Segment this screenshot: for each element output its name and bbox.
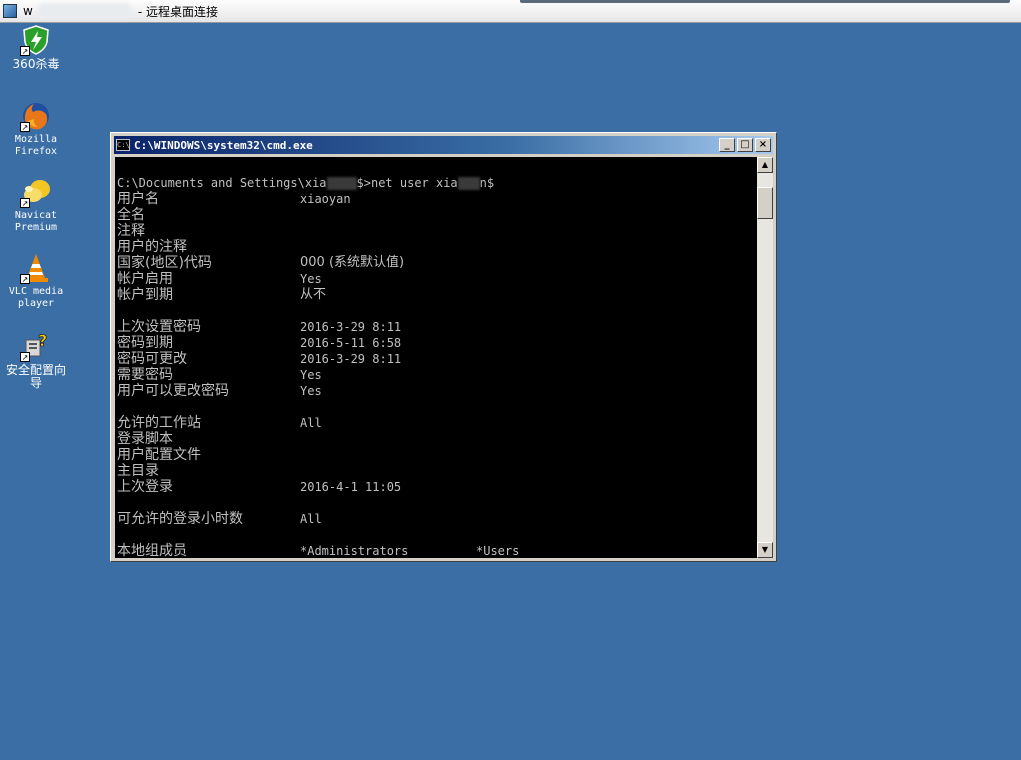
desktop-icon-security-wizard[interactable]: ? ↗ 安全配置向导 bbox=[2, 330, 70, 390]
row-key: 国家(地区)代码 bbox=[117, 255, 212, 271]
console-row: 上次登录 2016-4-1 11:05 bbox=[117, 479, 757, 495]
console-row: 主目录 bbox=[117, 463, 757, 479]
row-key: 上次登录 bbox=[117, 479, 173, 495]
console-row: 登录脚本 bbox=[117, 431, 757, 447]
row-key: 帐户到期 bbox=[117, 287, 173, 303]
row-key: 用户的注释 bbox=[117, 239, 187, 255]
row-key: 注释 bbox=[117, 223, 145, 239]
minimize-button[interactable]: _ bbox=[719, 138, 735, 152]
row-key: 用户名 bbox=[117, 191, 159, 207]
desktop-icon-label: Mozilla Firefox bbox=[14, 134, 58, 157]
console-row: 密码到期 2016-5-11 6:58 bbox=[117, 335, 757, 351]
redacted-host bbox=[36, 3, 132, 19]
row-key: 全名 bbox=[117, 207, 145, 223]
rdp-host: w bbox=[23, 4, 33, 18]
svg-text:?: ? bbox=[38, 331, 47, 350]
console-row: 用户配置文件 bbox=[117, 447, 757, 463]
desktop-icon-navicat[interactable]: ↗ Navicat Premium bbox=[2, 176, 70, 234]
row-value: 2016-3-29 8:11 bbox=[300, 352, 402, 366]
console-row: 本地组成员 *Administrators *Users bbox=[117, 543, 757, 558]
console-row: 用户可以更改密码 Yes bbox=[117, 383, 757, 399]
maximize-button[interactable]: □ bbox=[737, 138, 753, 152]
row-value: *Administrators bbox=[300, 544, 409, 558]
navicat-icon: ↗ bbox=[20, 176, 52, 208]
console-row: 全名 bbox=[117, 207, 757, 223]
cmd-window-title: C:\WINDOWS\system32\cmd.exe bbox=[134, 138, 313, 152]
row-value: 000 (系统默认值) bbox=[300, 255, 405, 270]
row-value: All bbox=[300, 416, 322, 430]
scroll-up-button[interactable]: ▲ bbox=[757, 157, 773, 173]
row-value: Yes bbox=[300, 272, 322, 286]
row-key: 本地组成员 bbox=[117, 543, 187, 558]
row-value: Yes bbox=[300, 384, 322, 398]
row-key: 登录脚本 bbox=[117, 431, 173, 447]
shield-icon: ↗ bbox=[20, 24, 52, 56]
desktop-icon-label: VLC media player bbox=[8, 286, 64, 309]
row-value: 2016-3-29 8:11 bbox=[300, 320, 402, 334]
desktop-icon-label: Navicat Premium bbox=[14, 210, 58, 233]
console-row: 注释 bbox=[117, 223, 757, 239]
row-value: 从不 bbox=[300, 287, 327, 302]
console-row: 用户名 xiaoyan bbox=[117, 191, 757, 207]
row-value: Yes bbox=[300, 368, 322, 382]
desktop-icon-vlc[interactable]: ↗ VLC media player bbox=[2, 252, 70, 310]
row-value-2: *Users bbox=[476, 544, 520, 558]
console-output[interactable]: C:\Documents and Settings\xia $>net user … bbox=[115, 157, 757, 558]
console-row: 帐户启用 Yes bbox=[117, 271, 757, 287]
security-wizard-icon: ? ↗ bbox=[20, 331, 48, 362]
vlc-cone-icon: ↗ bbox=[20, 252, 52, 284]
vertical-scrollbar[interactable]: ▲ ▼ bbox=[757, 157, 773, 558]
row-key: 主目录 bbox=[117, 463, 159, 479]
console-row: 密码可更改 2016-3-29 8:11 bbox=[117, 351, 757, 367]
cmd-window[interactable]: C:\ C:\WINDOWS\system32\cmd.exe _ □ × C:… bbox=[110, 132, 777, 562]
console-row: 可允许的登录小时数 All bbox=[117, 511, 757, 527]
row-key: 密码到期 bbox=[117, 335, 173, 351]
close-button[interactable]: × bbox=[755, 138, 771, 152]
console-row bbox=[117, 495, 757, 511]
console-row: 国家(地区)代码 000 (系统默认值) bbox=[117, 255, 757, 271]
desktop-icon-label: 安全配置向导 bbox=[5, 363, 66, 390]
scroll-thumb[interactable] bbox=[757, 187, 773, 219]
rdp-window-title: - 远程桌面连接 bbox=[137, 4, 218, 19]
row-key: 允许的工作站 bbox=[117, 415, 201, 431]
firefox-icon: ↗ bbox=[20, 100, 52, 132]
console-icon[interactable]: C:\ bbox=[116, 139, 130, 151]
console-row: 用户的注释 bbox=[117, 239, 757, 255]
row-key: 帐户启用 bbox=[117, 271, 173, 287]
console-row: 上次设置密码 2016-3-29 8:11 bbox=[117, 319, 757, 335]
desktop-icon-firefox[interactable]: ↗ Mozilla Firefox bbox=[2, 100, 70, 158]
row-value: 2016-4-1 11:05 bbox=[300, 480, 402, 494]
remote-desktop-icon bbox=[3, 4, 17, 18]
desktop-icon-360[interactable]: ↗ 360杀毒 bbox=[2, 24, 70, 71]
console-row: 允许的工作站 All bbox=[117, 415, 757, 431]
row-value: All bbox=[300, 512, 322, 526]
row-key: 用户可以更改密码 bbox=[117, 383, 229, 399]
console-row bbox=[117, 303, 757, 319]
row-key: 用户配置文件 bbox=[117, 447, 201, 463]
rdp-title-bar: w - 远程桌面连接 bbox=[0, 0, 1021, 23]
scroll-down-button[interactable]: ▼ bbox=[757, 542, 773, 558]
row-key: 密码可更改 bbox=[117, 351, 187, 367]
row-key: 需要密码 bbox=[117, 367, 173, 383]
row-value: 2016-5-11 6:58 bbox=[300, 336, 402, 350]
command-line: C:\Documents and Settings\xia $>net user … bbox=[117, 176, 495, 190]
desktop-icon-label: 360杀毒 bbox=[12, 57, 60, 71]
console-row bbox=[117, 527, 757, 543]
row-key: 上次设置密码 bbox=[117, 319, 201, 335]
rdp-connection-bar[interactable] bbox=[520, 0, 1010, 3]
console-row: 帐户到期 从不 bbox=[117, 287, 757, 303]
cmd-title-bar[interactable]: C:\ C:\WINDOWS\system32\cmd.exe _ □ × bbox=[114, 136, 773, 154]
console-row bbox=[117, 399, 757, 415]
row-value: xiaoyan bbox=[300, 192, 351, 206]
console-row: 需要密码 Yes bbox=[117, 367, 757, 383]
row-key: 可允许的登录小时数 bbox=[117, 511, 243, 527]
